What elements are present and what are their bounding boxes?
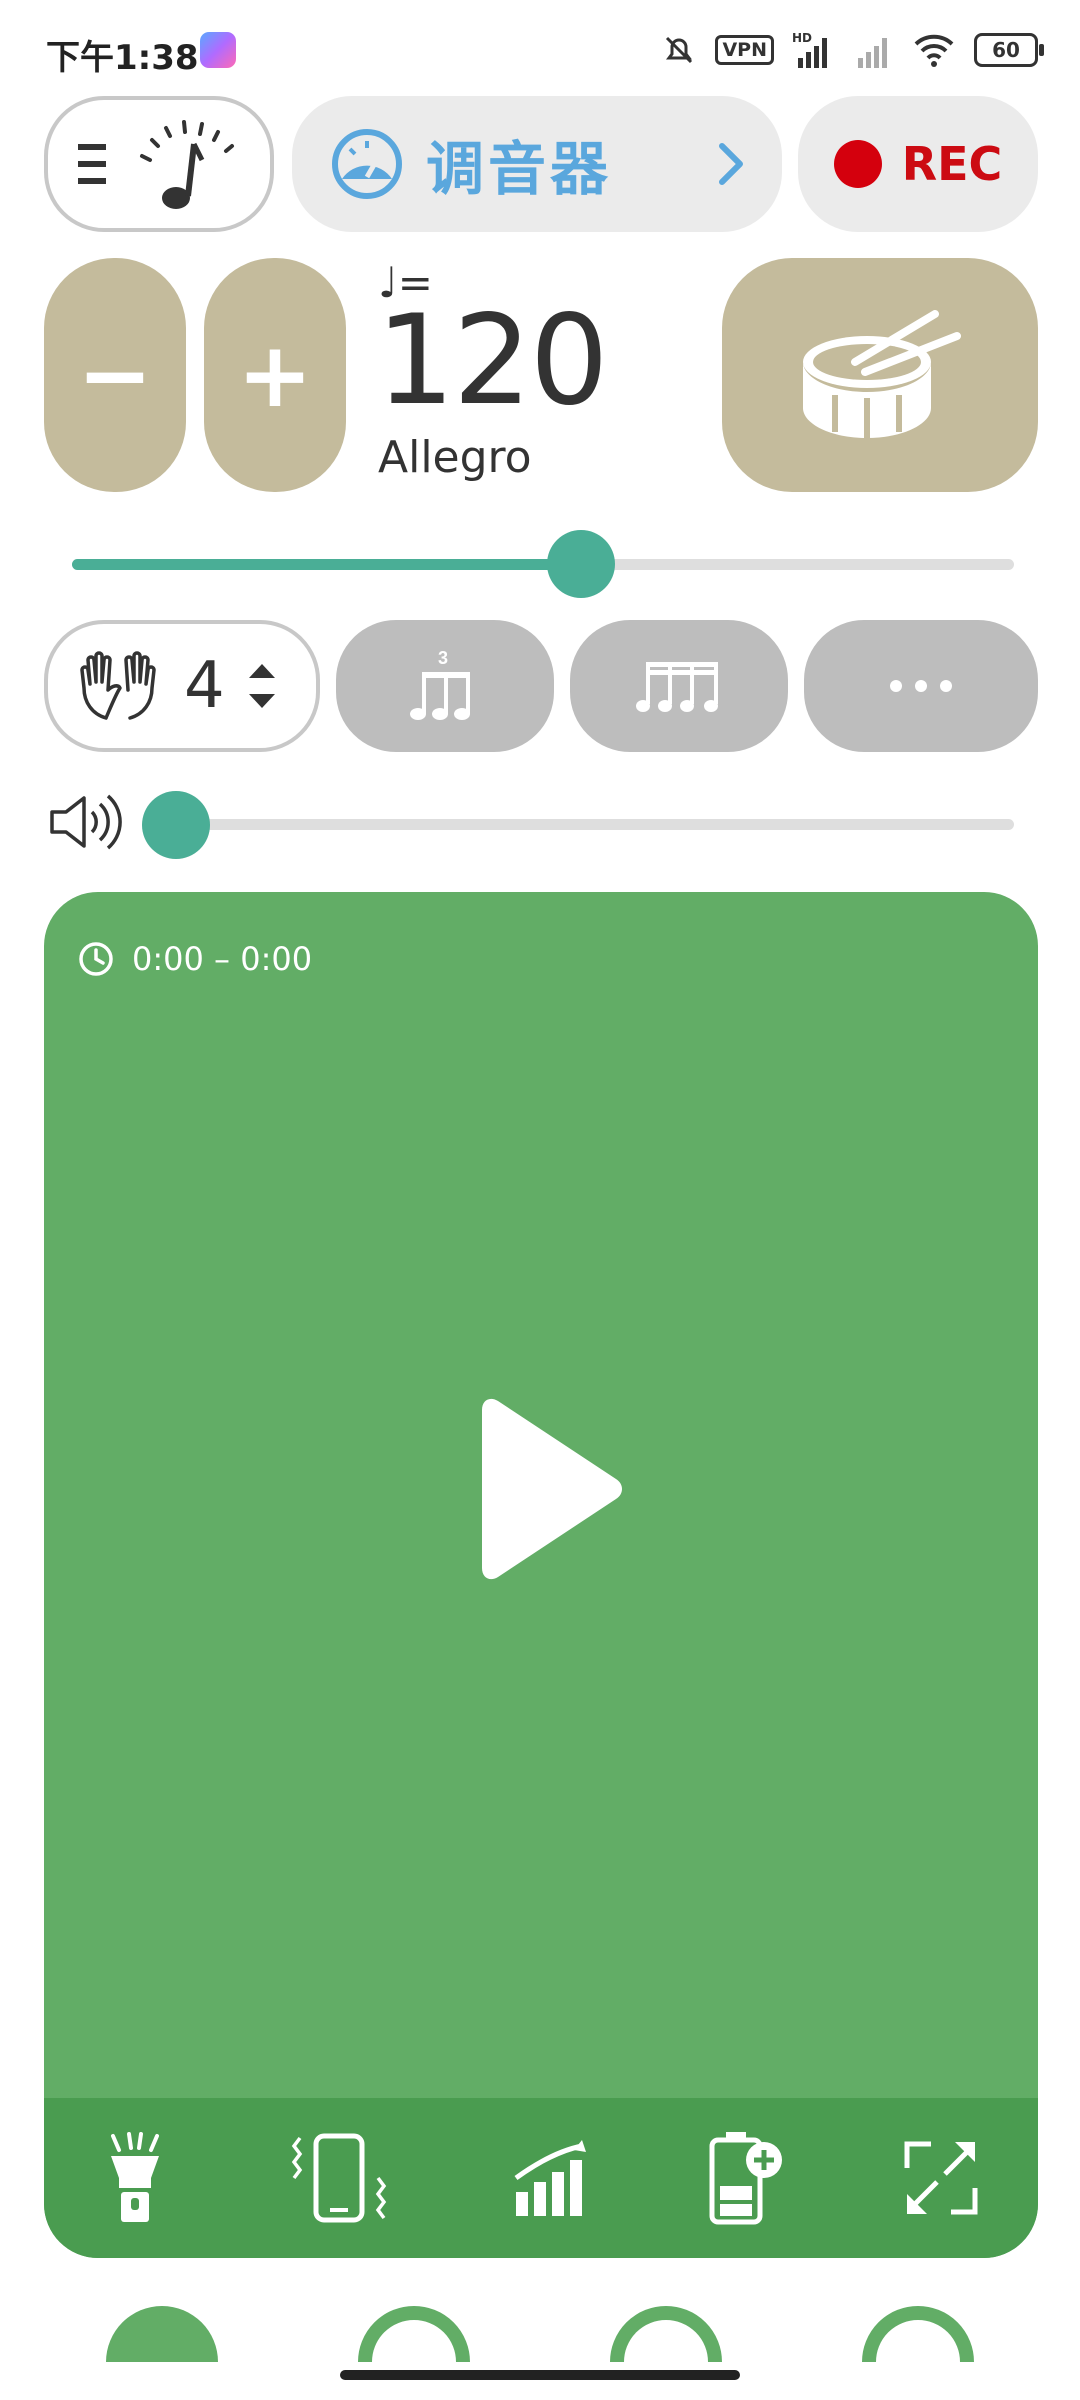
status-time: 下午1:38 xyxy=(46,38,199,78)
home-indicator xyxy=(340,2370,740,2380)
menu-icon xyxy=(78,144,106,184)
record-dot-icon xyxy=(833,140,882,188)
status-icons: VPN HD 60 xyxy=(661,28,1044,72)
tab-arc-icon[interactable] xyxy=(862,2302,974,2362)
signal-ramp-icon[interactable] xyxy=(512,2138,588,2218)
tuner-button[interactable]: 调音器 xyxy=(292,96,782,232)
signal-weak-icon xyxy=(858,38,887,68)
play-icon[interactable] xyxy=(460,1392,630,1592)
chevron-right-icon xyxy=(719,143,743,185)
mute-bell-icon xyxy=(666,36,693,64)
beats-per-measure-stepper[interactable]: 4 xyxy=(44,620,320,752)
triplet-subdivision-button[interactable]: 3 xyxy=(336,620,554,752)
tab-arc-icon[interactable] xyxy=(358,2302,470,2362)
session-timer: 0:00 – 0:00 xyxy=(78,940,312,978)
sixteenth-notes-icon xyxy=(636,662,718,712)
tempo-marking: Allegro xyxy=(378,432,532,483)
drum-sound-button[interactable] xyxy=(722,258,1038,492)
tempo-bpm-value[interactable]: 120 xyxy=(376,296,609,426)
panel-toolbar xyxy=(44,2098,1038,2258)
sixteenth-subdivision-button[interactable] xyxy=(570,620,788,752)
battery-plus-icon[interactable] xyxy=(706,2130,786,2226)
clock-icon xyxy=(79,942,113,976)
triplet-notes-icon: 3 xyxy=(410,648,470,720)
fullscreen-icon[interactable] xyxy=(903,2140,979,2216)
menu-metronome-button[interactable] xyxy=(44,96,274,232)
wifi-icon xyxy=(914,34,954,67)
record-button[interactable]: REC xyxy=(798,96,1038,232)
tab-arc-icon[interactable] xyxy=(610,2302,722,2362)
tempo-decrease-button[interactable]: − xyxy=(44,258,186,492)
metronome-note-icon xyxy=(140,120,234,209)
more-dots-icon xyxy=(890,680,952,692)
tempo-slider-fill xyxy=(72,559,581,570)
tuner-gauge-icon xyxy=(332,129,402,199)
tempo-increase-button[interactable]: + xyxy=(204,258,346,492)
flashlight-icon[interactable] xyxy=(103,2132,167,2224)
volume-slider-track xyxy=(142,819,1014,830)
beats-value: 4 xyxy=(184,649,225,723)
tab-filled-arc-icon[interactable] xyxy=(106,2302,218,2362)
volume-slider[interactable] xyxy=(142,790,1014,860)
timer-range: 0:00 – 0:00 xyxy=(132,940,313,978)
battery-icon: 60 xyxy=(974,33,1044,67)
record-label: REC xyxy=(901,137,1003,191)
volume-slider-thumb[interactable] xyxy=(142,791,210,859)
triplet-number: 3 xyxy=(438,648,448,668)
vibrate-icon[interactable] xyxy=(284,2132,394,2224)
signal-icon: HD xyxy=(792,31,827,68)
tempo-slider-thumb[interactable] xyxy=(546,530,615,598)
tuner-label: 调音器 xyxy=(426,135,613,203)
svg-text:HD: HD xyxy=(792,31,812,45)
volume-icon xyxy=(50,794,122,850)
clapping-hands-icon xyxy=(80,651,156,720)
more-options-button[interactable] xyxy=(804,620,1038,752)
tempo-slider[interactable] xyxy=(72,530,1014,600)
app-notification-icon xyxy=(200,32,236,68)
beat-display-panel[interactable]: 0:00 – 0:00 xyxy=(44,892,1038,2258)
vpn-badge: VPN xyxy=(715,35,774,65)
up-down-arrows-icon[interactable] xyxy=(247,658,277,714)
drum-icon xyxy=(803,310,961,438)
